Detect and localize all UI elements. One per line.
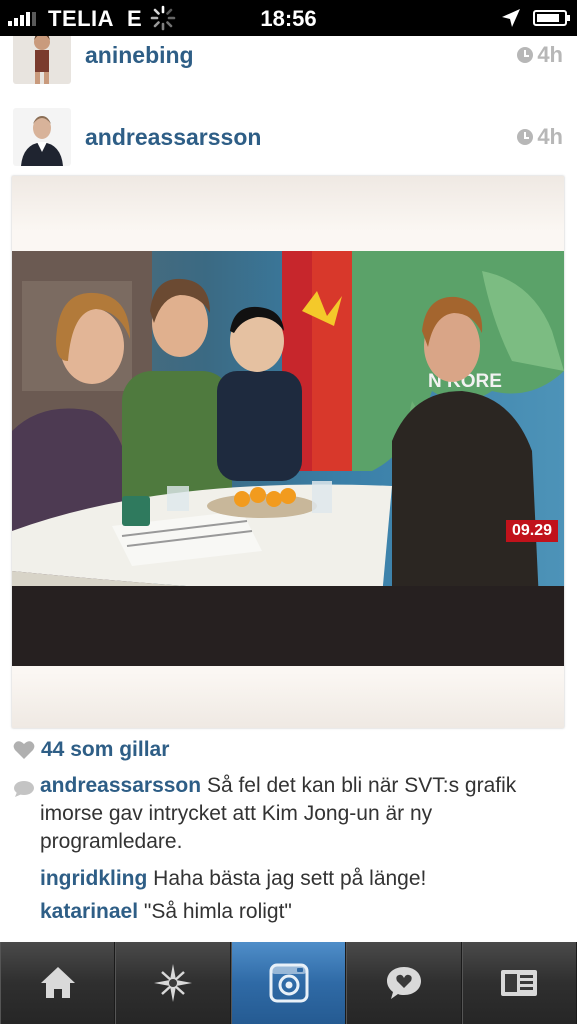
tab-profile[interactable] bbox=[461, 942, 577, 1024]
avatar[interactable] bbox=[13, 108, 71, 166]
post-username[interactable]: aninebing bbox=[85, 42, 194, 69]
post-photo[interactable]: N KORE 09.29 bbox=[12, 176, 564, 728]
clock-icon bbox=[517, 129, 534, 145]
photo-feed[interactable]: aninebing 4h andreassarsson 4h N KORE 09… bbox=[0, 36, 577, 942]
explore-star-icon bbox=[154, 964, 193, 1002]
post-header-andreassarsson[interactable]: andreassarsson 4h bbox=[0, 106, 577, 176]
tab-news[interactable] bbox=[346, 942, 462, 1024]
post-time: 4h bbox=[517, 124, 563, 150]
post-username[interactable]: andreassarsson bbox=[85, 124, 261, 151]
comment-text: "Så himla roligt" bbox=[143, 900, 292, 923]
battery-icon bbox=[533, 10, 570, 26]
camera-icon bbox=[269, 963, 309, 1003]
status-bar: TELIA E 18:56 bbox=[0, 0, 577, 36]
comment-username[interactable]: andreassarsson bbox=[40, 774, 201, 797]
tab-explore[interactable] bbox=[115, 942, 231, 1024]
post-time: 4h bbox=[517, 42, 563, 68]
comment-username[interactable]: ingridkling bbox=[40, 867, 147, 890]
tab-home[interactable] bbox=[0, 942, 116, 1024]
comment-caption: andreassarsson Så fel det kan bli när SV… bbox=[40, 772, 565, 856]
comment: ingridkling Haha bästa jag sett på länge… bbox=[40, 865, 565, 893]
comment-bubble-icon bbox=[14, 781, 34, 797]
photo-tv-studio[interactable]: N KORE bbox=[12, 251, 564, 666]
status-time: 18:56 bbox=[260, 6, 317, 31]
comment-username[interactable]: katarinael bbox=[40, 900, 138, 923]
post-header-aninebing[interactable]: aninebing 4h bbox=[0, 36, 577, 96]
avatar[interactable] bbox=[13, 36, 71, 84]
tab-bar bbox=[0, 942, 577, 1024]
clock-icon bbox=[517, 47, 534, 63]
tab-camera[interactable] bbox=[230, 942, 347, 1024]
comment-text: Haha bästa jag sett på länge! bbox=[153, 867, 427, 890]
tv-clock-overlay: 09.29 bbox=[505, 520, 558, 542]
likes-row[interactable]: 44 som gillar bbox=[13, 738, 169, 762]
news-bubble-icon bbox=[386, 967, 421, 999]
profile-card-icon bbox=[501, 970, 538, 996]
likes-count[interactable]: 44 som gillar bbox=[41, 738, 169, 762]
heart-icon bbox=[13, 741, 35, 759]
home-icon bbox=[40, 967, 75, 998]
comment: katarinael "Så himla roligt" bbox=[40, 898, 565, 926]
location-arrow-icon bbox=[502, 9, 520, 27]
